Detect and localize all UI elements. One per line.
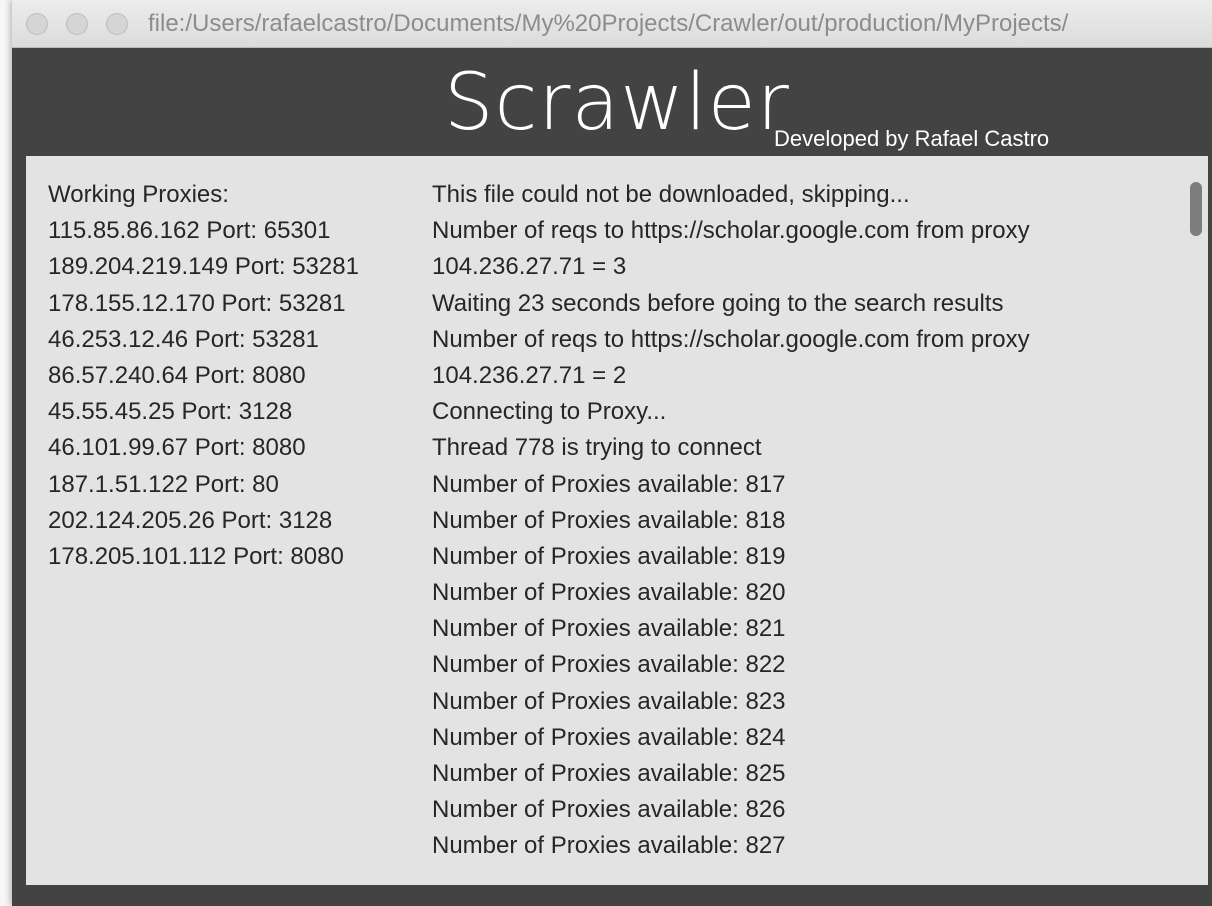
- proxy-item: 178.205.101.112 Port: 8080: [48, 542, 344, 570]
- log-line: Number of Proxies available: 826: [432, 796, 786, 824]
- scrawler-window: file:/Users/rafaelcastro/Documents/My%20…: [12, 0, 1212, 906]
- app-subtitle: Developed by Rafael Castro: [774, 126, 1050, 151]
- window-bottom-border: [12, 885, 1212, 906]
- proxy-item: 115.85.86.162 Port: 65301: [48, 217, 331, 245]
- log-line: Number of Proxies available: 825: [432, 760, 786, 787]
- log-line: Number of Proxies available: 820: [432, 579, 786, 607]
- vertical-scrollbar[interactable]: [1190, 178, 1202, 868]
- proxy-item: 46.101.99.67 Port: 8080: [48, 434, 306, 462]
- scrollbar-thumb[interactable]: [1190, 182, 1202, 236]
- log-line: 104.236.27.71 = 2: [432, 361, 627, 389]
- log-line: Number of Proxies available: 817: [432, 470, 786, 498]
- proxy-item: 86.57.240.64 Port: 8080: [48, 361, 306, 389]
- minimize-window-button[interactable]: [66, 13, 88, 35]
- log-line: Number of Proxies available: 819: [432, 542, 786, 570]
- window-title-url: file:/Users/rafaelcastro/Documents/My%20…: [148, 10, 1069, 37]
- log-line: Thread 778 is trying to connect: [432, 434, 762, 462]
- proxy-item: 178.155.12.170 Port: 53281: [48, 289, 346, 317]
- log-line: Waiting 23 seconds before going to the s…: [432, 289, 1004, 317]
- proxy-item: 46.253.12.46 Port: 53281: [48, 325, 319, 353]
- log-line: 104.236.27.71 = 3: [432, 253, 627, 281]
- working-proxies-heading: Working Proxies:: [48, 181, 229, 208]
- log-line: Number of Proxies available: 822: [432, 651, 786, 679]
- log-line: Number of Proxies available: 823: [432, 687, 786, 715]
- proxy-item: 202.124.205.26 Port: 3128: [48, 506, 333, 534]
- log-line: Number of Proxies available: 821: [432, 615, 786, 643]
- app-header: Scrawler Developed by Rafael Castro: [12, 48, 1212, 156]
- working-proxies-list: Working Proxies: 115.85.86.162 Port: 653…: [48, 177, 359, 575]
- proxy-item: 187.1.51.122 Port: 80: [48, 470, 279, 498]
- zoom-window-button[interactable]: [106, 13, 128, 35]
- app-title: Scrawler: [444, 58, 790, 148]
- output-panel[interactable]: Working Proxies: 115.85.86.162 Port: 653…: [26, 156, 1208, 885]
- log-line: This file could not be downloaded, skipp…: [432, 181, 910, 208]
- log-line: Number of reqs to https://scholar.google…: [432, 217, 1030, 245]
- log-line: Number of Proxies available: 827: [432, 832, 786, 860]
- activity-log: This file could not be downloaded, skipp…: [432, 177, 1030, 865]
- log-line: Number of reqs to https://scholar.google…: [432, 325, 1030, 353]
- log-line: Number of Proxies available: 824: [432, 723, 786, 751]
- log-line: Number of Proxies available: 818: [432, 506, 786, 534]
- close-window-button[interactable]: [26, 13, 48, 35]
- proxy-item: 189.204.219.149 Port: 53281: [48, 253, 359, 281]
- window-titlebar[interactable]: file:/Users/rafaelcastro/Documents/My%20…: [12, 0, 1212, 48]
- log-line: Connecting to Proxy...: [432, 398, 667, 426]
- proxy-item: 45.55.45.25 Port: 3128: [48, 398, 293, 426]
